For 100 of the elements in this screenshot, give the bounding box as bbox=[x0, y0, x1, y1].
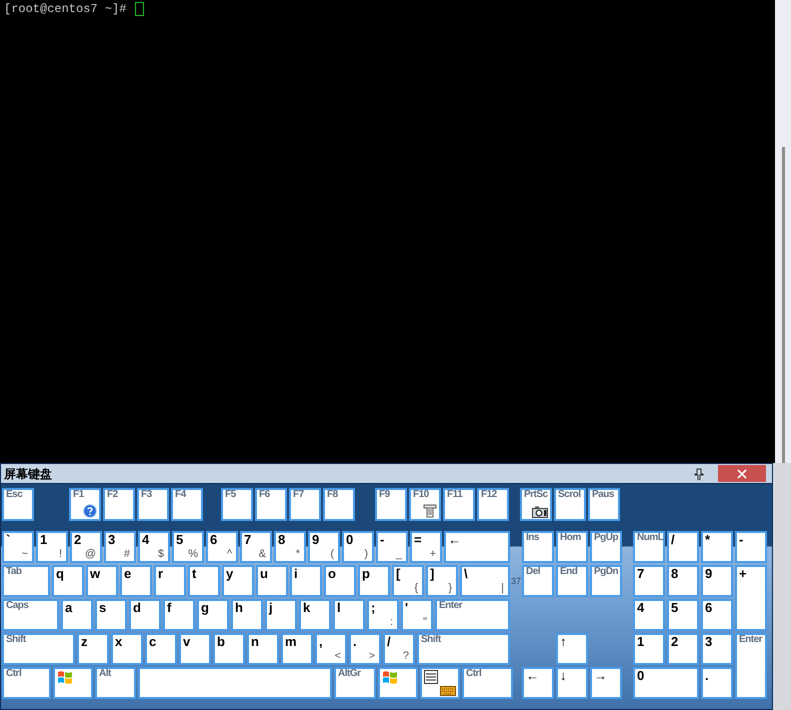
keyboard-key[interactable]: Shift bbox=[2, 633, 75, 665]
keyboard-key[interactable]: s bbox=[95, 599, 127, 631]
keyboard-key[interactable]: h bbox=[231, 599, 263, 631]
keyboard-key[interactable]: c bbox=[145, 633, 177, 665]
keyboard-key[interactable]: r bbox=[154, 565, 186, 597]
keyboard-key[interactable]: z bbox=[77, 633, 109, 665]
keyboard-key[interactable]: ` ~ bbox=[2, 531, 34, 563]
keyboard-key[interactable]: a bbox=[61, 599, 93, 631]
keyboard-key[interactable]: 9 ( bbox=[308, 531, 340, 563]
keyboard-key[interactable]: j bbox=[265, 599, 297, 631]
keyboard-key[interactable]: b bbox=[213, 633, 245, 665]
keyboard-key[interactable]: g bbox=[197, 599, 229, 631]
keyboard-key[interactable]: Del bbox=[522, 565, 554, 597]
keyboard-key[interactable]: Alt bbox=[95, 667, 136, 699]
keyboard-key[interactable]: F3 bbox=[137, 488, 169, 521]
keyboard-key[interactable]: F11 bbox=[443, 488, 475, 521]
keyboard-key[interactable]: 9 bbox=[701, 565, 733, 597]
keyboard-key[interactable]: 6 ^ bbox=[206, 531, 238, 563]
keyboard-key[interactable]: d bbox=[129, 599, 161, 631]
keyboard-key[interactable]: PrtSc bbox=[520, 488, 552, 521]
keyboard-key[interactable]: - _ bbox=[376, 531, 408, 563]
keyboard-key[interactable]: , < bbox=[315, 633, 347, 665]
keyboard-key[interactable]: 8 bbox=[667, 565, 699, 597]
keyboard-key[interactable]: Shift bbox=[417, 633, 510, 665]
keyboard-key[interactable]: 5 % bbox=[172, 531, 204, 563]
keyboard-key[interactable]: Ctrl bbox=[462, 667, 513, 699]
keyboard-key[interactable]: 1 bbox=[633, 633, 665, 665]
keyboard-key[interactable]: x bbox=[111, 633, 143, 665]
keyboard-key[interactable]: m bbox=[281, 633, 313, 665]
keyboard-key[interactable]: 6 bbox=[701, 599, 733, 631]
keyboard-key[interactable]: ← bbox=[444, 531, 510, 563]
keyboard-key[interactable]: [ { bbox=[392, 565, 424, 597]
keyboard-key[interactable]: F6 bbox=[255, 488, 287, 521]
keyboard-key[interactable]: 2 @ bbox=[70, 531, 102, 563]
keyboard-key[interactable]: ' " bbox=[401, 599, 433, 631]
keyboard-key[interactable]: ← bbox=[522, 667, 554, 699]
keyboard-key[interactable]: F5 bbox=[221, 488, 253, 521]
keyboard-key[interactable]: = + bbox=[410, 531, 442, 563]
keyboard-key[interactable]: F4 bbox=[171, 488, 203, 521]
keyboard-key[interactable]: - bbox=[735, 531, 767, 563]
keyboard-key[interactable]: e bbox=[120, 565, 152, 597]
keyboard-key[interactable]: * bbox=[701, 531, 733, 563]
keyboard-key[interactable]: 4 bbox=[633, 599, 665, 631]
scrollbar-thumb[interactable] bbox=[782, 147, 784, 463]
keyboard-key[interactable]: 2 bbox=[667, 633, 699, 665]
keyboard-key[interactable]: 1 ! bbox=[36, 531, 68, 563]
keyboard-key[interactable]: / ? bbox=[383, 633, 415, 665]
keyboard-key[interactable]: 3 # bbox=[104, 531, 136, 563]
keyboard-key[interactable]: . bbox=[701, 667, 733, 699]
keyboard-key[interactable]: PgDn bbox=[590, 565, 622, 597]
keyboard-key[interactable]: Caps bbox=[2, 599, 59, 631]
keyboard-key[interactable]: p bbox=[358, 565, 390, 597]
keyboard-key[interactable]: 7 bbox=[633, 565, 665, 597]
keyboard-key[interactable]: \ | bbox=[460, 565, 510, 597]
keyboard-key[interactable]: Ctrl bbox=[2, 667, 51, 699]
keyboard-key[interactable]: q bbox=[52, 565, 84, 597]
pin-icon[interactable] bbox=[694, 468, 704, 480]
keyboard-key[interactable]: 0 bbox=[633, 667, 699, 699]
keyboard-key[interactable]: v bbox=[179, 633, 211, 665]
keyboard-key[interactable]: 5 bbox=[667, 599, 699, 631]
keyboard-key[interactable]: ↑ bbox=[556, 633, 588, 665]
keyboard-key[interactable]: w bbox=[86, 565, 118, 597]
keyboard-key[interactable]: y bbox=[222, 565, 254, 597]
keyboard-key[interactable]: F10 bbox=[409, 488, 441, 521]
keyboard-key[interactable]: 3 bbox=[701, 633, 733, 665]
keyboard-key[interactable]: F2 bbox=[103, 488, 135, 521]
keyboard-key[interactable]: Enter bbox=[435, 599, 510, 631]
keyboard-key[interactable]: → bbox=[590, 667, 622, 699]
keyboard-key[interactable]: End bbox=[556, 565, 588, 597]
keyboard-key[interactable]: F7 bbox=[289, 488, 321, 521]
keyboard-key[interactable]: Esc bbox=[2, 488, 34, 521]
keyboard-key[interactable]: F9 bbox=[375, 488, 407, 521]
keyboard-key[interactable]: Enter bbox=[735, 633, 767, 699]
keyboard-key[interactable]: F12 bbox=[477, 488, 509, 521]
keyboard-key[interactable]: 8 * bbox=[274, 531, 306, 563]
keyboard-key[interactable]: . > bbox=[349, 633, 381, 665]
keyboard-key[interactable] bbox=[420, 667, 460, 699]
keyboard-key[interactable]: f bbox=[163, 599, 195, 631]
keyboard-key[interactable]: Paus bbox=[588, 488, 620, 521]
keyboard-key[interactable]: Ins bbox=[522, 531, 554, 563]
keyboard-key[interactable]: 0 ) bbox=[342, 531, 374, 563]
keyboard-key[interactable]: o bbox=[324, 565, 356, 597]
keyboard-key[interactable]: / bbox=[667, 531, 699, 563]
keyboard-key[interactable]: 7 & bbox=[240, 531, 272, 563]
keyboard-key[interactable]: ] } bbox=[426, 565, 458, 597]
keyboard-key[interactable]: + bbox=[735, 565, 767, 631]
keyboard-key[interactable]: n bbox=[247, 633, 279, 665]
keyboard-key[interactable]: F8 bbox=[323, 488, 355, 521]
keyboard-key[interactable]: t bbox=[188, 565, 220, 597]
keyboard-key[interactable]: F1 bbox=[69, 488, 101, 521]
keyboard-key[interactable]: 4 $ bbox=[138, 531, 170, 563]
keyboard-key[interactable]: PgUp bbox=[590, 531, 622, 563]
scrollbar[interactable] bbox=[775, 0, 791, 463]
keyboard-key[interactable]: Hom bbox=[556, 531, 588, 563]
keyboard-key[interactable]: Scrol bbox=[554, 488, 586, 521]
keyboard-key[interactable]: l bbox=[333, 599, 365, 631]
keyboard-key[interactable]: AltGr bbox=[334, 667, 376, 699]
keyboard-key[interactable]: ; : bbox=[367, 599, 399, 631]
keyboard-key[interactable]: Tab bbox=[2, 565, 50, 597]
keyboard-key[interactable]: k bbox=[299, 599, 331, 631]
